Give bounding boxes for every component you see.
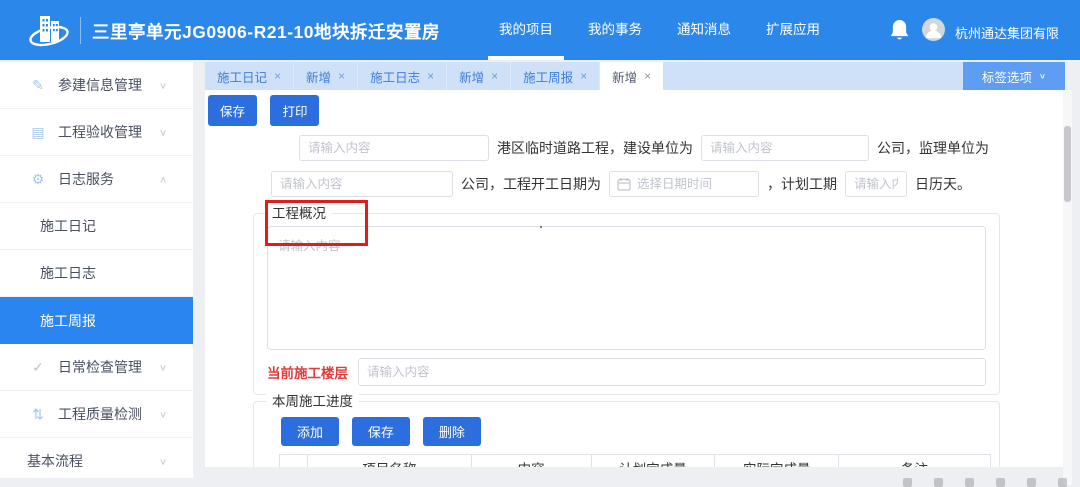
calendar-icon [617, 178, 631, 191]
close-icon[interactable]: × [427, 69, 434, 83]
chevron-down-icon: ∨ [1038, 71, 1047, 81]
tab-weekly-report[interactable]: 施工周报 × [511, 62, 601, 90]
sidebar: ✎ 参建信息管理 ∨ ▤ 工程验收管理 ∨ ⚙ 日志服务 ∧ 施工日记 施工日志… [0, 62, 193, 478]
nav-extensions[interactable]: 扩展应用 [761, 0, 825, 60]
close-icon[interactable]: × [491, 69, 498, 83]
save-button[interactable]: 保存 [208, 95, 258, 126]
bell-icon[interactable] [890, 19, 909, 41]
sidebar-item-basic-process[interactable]: 基本流程 ∨ [0, 438, 193, 478]
col-project-name: 项目名称 [306, 454, 472, 467]
project-name-input[interactable] [299, 135, 489, 161]
sidebar-item-daily-inspection[interactable]: ✓ 日常检查管理 ∨ [0, 344, 193, 391]
tab-new-2[interactable]: 新增 × [447, 62, 512, 90]
add-row-button[interactable]: 添加 [281, 417, 340, 446]
tag-options-button[interactable]: 标签选项 ∨ [963, 62, 1065, 90]
row2-text-2: ，计划工期 [767, 176, 837, 192]
start-date-picker[interactable] [609, 171, 759, 197]
col-actual-amount: 实际完成量 [714, 454, 840, 467]
checkbox-column-header [279, 454, 308, 467]
chevron-down-icon: ∨ [158, 80, 167, 91]
cropped-toolbar-icons [903, 478, 1067, 487]
planned-duration-input[interactable] [845, 171, 907, 197]
sidebar-item-construction-diary[interactable]: 施工日记 [0, 203, 193, 250]
col-content: 内容 [470, 454, 592, 467]
tab-new-active[interactable]: 新增 × [600, 62, 664, 90]
main-content: 施工日记 × 新增 × 施工日志 × 新增 × 施工周报 × 新增 × 标签选项 ∨ 保存 … [205, 62, 1065, 467]
chevron-down-icon: ∨ [158, 409, 167, 420]
stray-dot [540, 226, 542, 228]
construction-unit-input[interactable] [701, 135, 869, 161]
row1-text-2: 公司，监理单位为 [877, 140, 989, 156]
company-name[interactable]: 杭州通达集团有限 [955, 23, 1059, 42]
archive-icon: ▤ [31, 123, 45, 140]
close-icon[interactable]: × [274, 69, 281, 83]
tab-new-1[interactable]: 新增 × [294, 62, 359, 90]
row2-text-3: 日历天。 [915, 176, 971, 192]
start-date-input[interactable] [609, 171, 759, 197]
print-button[interactable]: 打印 [270, 95, 320, 126]
project-title: 三里亭单元JG0906-R21-10地块拆迁安置房 [92, 22, 440, 42]
chevron-down-icon: ∨ [158, 127, 167, 138]
tab-construction-diary[interactable]: 施工日记 × [205, 62, 295, 90]
cropped-icon [934, 478, 943, 487]
sort-arrows-icon: ⇅ [32, 405, 44, 422]
form-row-1: 港区临时道路工程，建设单位为 公司，监理单位为 [299, 135, 1000, 161]
close-icon[interactable]: × [338, 69, 345, 83]
header-divider [80, 17, 81, 44]
weekly-progress-section: 本周施工进度 添加 保存 删除 项目名称 内容 计划完成量 实际完成量 备注 [253, 393, 1000, 467]
top-header: 三里亭单元JG0906-R21-10地块拆迁安置房 我的项目 我的事务 通知消息… [0, 0, 1080, 60]
close-icon[interactable]: × [580, 69, 587, 83]
cropped-icon [996, 478, 1005, 487]
nav-notifications[interactable]: 通知消息 [672, 0, 736, 60]
delete-rows-button[interactable]: 删除 [422, 417, 481, 446]
sidebar-item-log-service[interactable]: ⚙ 日志服务 ∧ [0, 156, 193, 203]
row1-text-1: 港区临时道路工程，建设单位为 [497, 140, 693, 156]
weekly-report-form: 港区临时道路工程，建设单位为 公司，监理单位为 公司，工程开工日期为 ，计划工期… [253, 135, 1000, 467]
project-overview-legend: 工程概况 [266, 205, 332, 222]
cropped-icon [1027, 478, 1036, 487]
vertical-scrollbar[interactable] [1063, 90, 1072, 485]
close-icon[interactable]: × [644, 69, 651, 83]
row2-text-1: 公司，工程开工日期为 [461, 176, 601, 192]
scrollbar-thumb[interactable] [1064, 126, 1071, 202]
nav-my-projects[interactable]: 我的项目 [488, 0, 564, 60]
chevron-down-icon: ∨ [158, 456, 167, 467]
sidebar-item-weekly-report[interactable]: 施工周报 [0, 297, 193, 344]
table-header-row: 项目名称 内容 计划完成量 实际完成量 备注 [279, 454, 991, 467]
active-nav-underline [488, 56, 564, 60]
edit-square-icon: ✎ [32, 76, 44, 93]
weekly-progress-legend: 本周施工进度 [266, 393, 359, 410]
chevron-up-icon: ∧ [158, 174, 167, 185]
gear-icon: ⚙ [31, 170, 45, 187]
project-overview-textarea[interactable] [267, 226, 986, 350]
current-floor-label: 当前施工楼层 [267, 366, 348, 381]
top-nav: 我的项目 我的事务 通知消息 扩展应用 [488, 0, 850, 60]
tab-construction-log[interactable]: 施工日志 × [358, 62, 448, 90]
form-toolbar: 保存 打印 [205, 90, 1065, 126]
user-avatar[interactable] [922, 18, 945, 41]
sidebar-item-acceptance-mgmt[interactable]: ▤ 工程验收管理 ∨ [0, 109, 193, 156]
cropped-icon [965, 478, 974, 487]
cropped-icon [903, 478, 912, 487]
sidebar-item-construction-log[interactable]: 施工日志 [0, 250, 193, 297]
save-rows-button[interactable]: 保存 [351, 417, 410, 446]
cropped-icon [1058, 478, 1067, 487]
progress-toolbar: 添加 保存 删除 [281, 417, 986, 446]
current-floor-input[interactable] [358, 358, 986, 386]
chevron-down-icon: ∨ [158, 362, 167, 373]
project-overview-section: 工程概况 当前施工楼层 [253, 200, 1000, 395]
supervision-unit-input[interactable] [271, 171, 453, 197]
col-remarks: 备注 [838, 454, 991, 467]
check-icon: ✓ [32, 358, 44, 375]
nav-my-tasks[interactable]: 我的事务 [583, 0, 647, 60]
sidebar-item-participant-info[interactable]: ✎ 参建信息管理 ∨ [0, 62, 193, 109]
app-logo-building-icon [29, 16, 69, 47]
current-floor-row: 当前施工楼层 [267, 358, 986, 386]
tab-strip: 施工日记 × 新增 × 施工日志 × 新增 × 施工周报 × 新增 × 标签选项 ∨ [205, 62, 1065, 90]
progress-table: 项目名称 内容 计划完成量 实际完成量 备注 [279, 454, 991, 467]
form-row-2: 公司，工程开工日期为 ，计划工期 日历天。 [271, 171, 1000, 197]
sidebar-item-quality-testing[interactable]: ⇅ 工程质量检测 ∨ [0, 391, 193, 438]
col-planned-amount: 计划完成量 [590, 454, 716, 467]
